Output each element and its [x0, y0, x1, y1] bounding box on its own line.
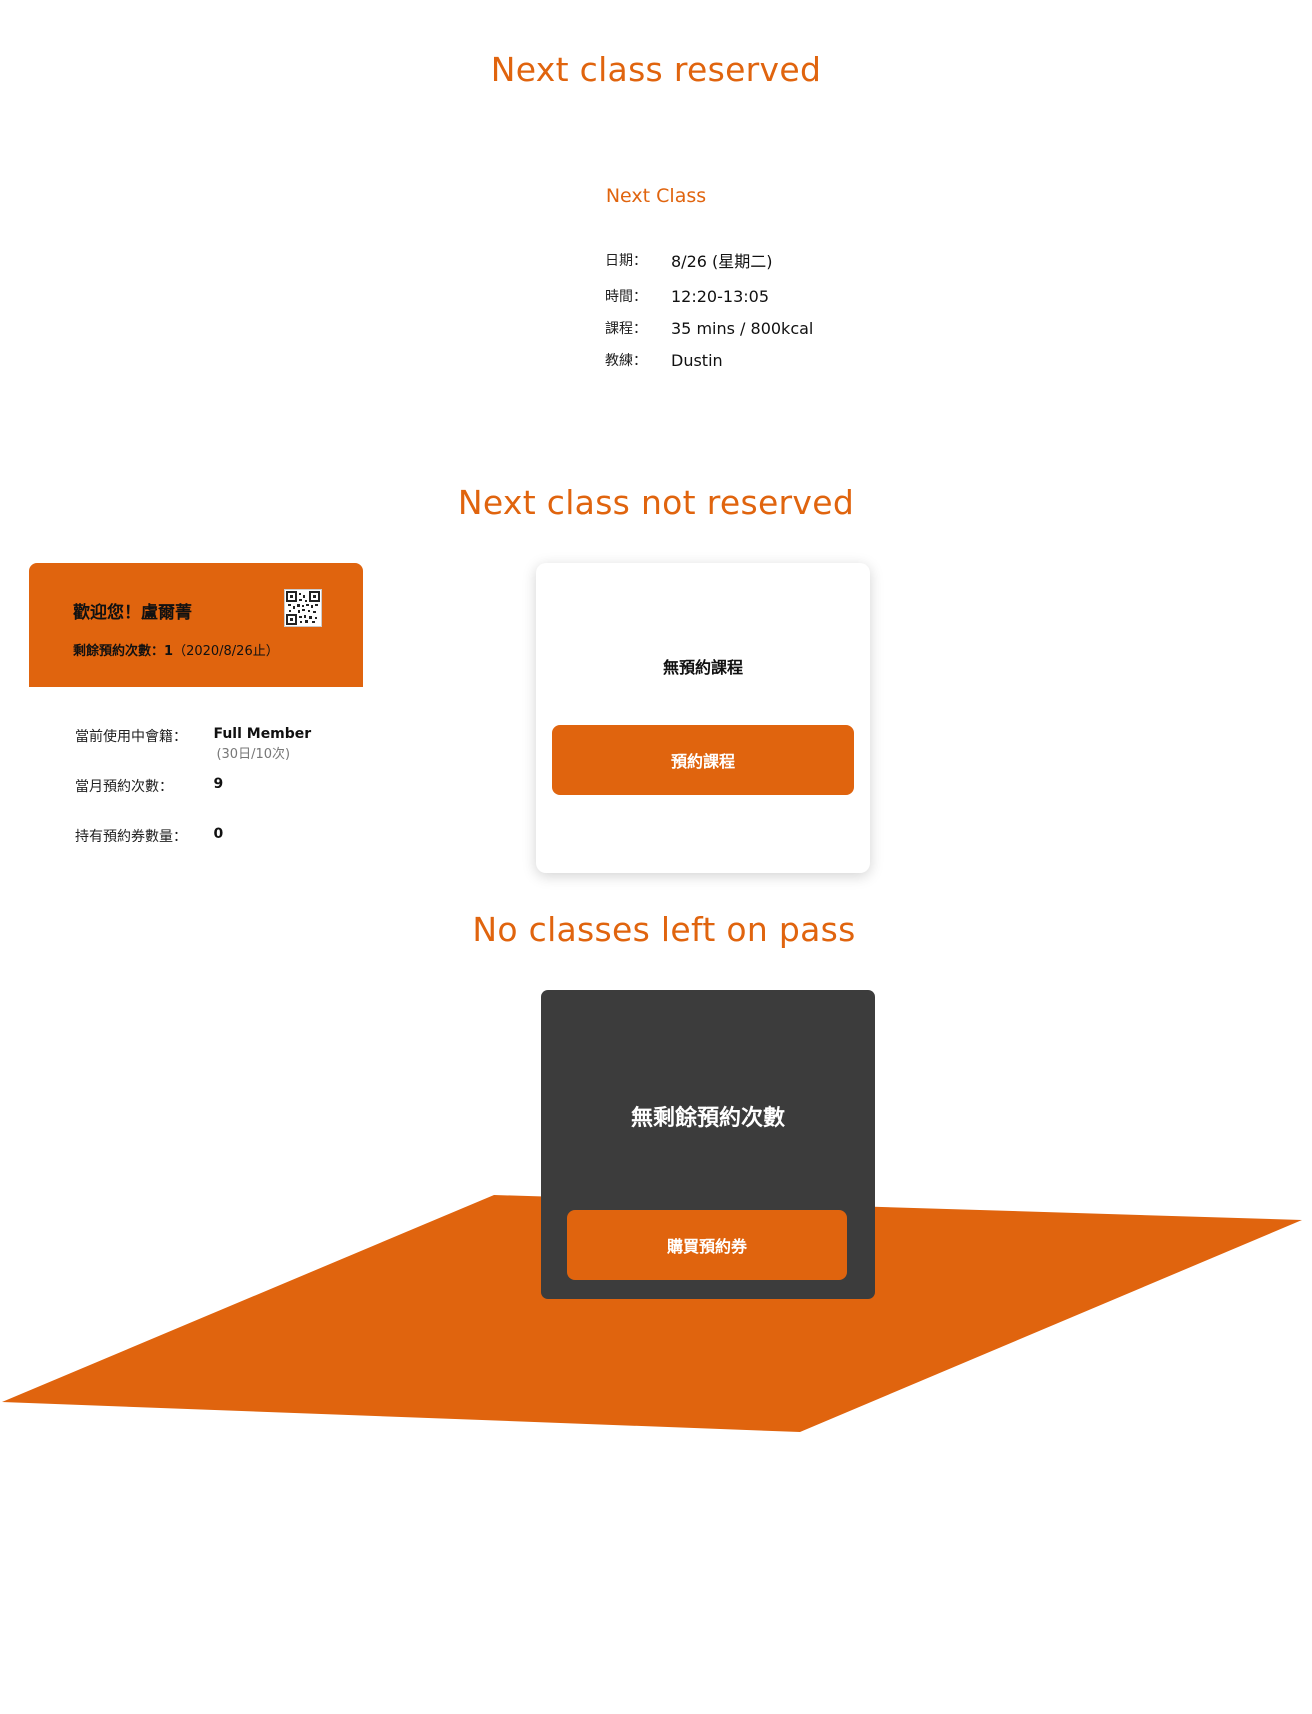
no-remaining-message: 無剩餘預約次數	[630, 1106, 785, 1131]
buy-voucher-button[interactable]: 購買預約券	[567, 1210, 847, 1280]
member-welcome: 歡迎您！盧爾菁	[73, 603, 192, 623]
next-class-label: Next Class	[605, 185, 707, 207]
section-title-no-classes: No classes left on pass	[472, 910, 856, 949]
info-row-monthly-bookings: 當月預約次數： 9	[75, 776, 223, 796]
detail-key: 教練：	[605, 353, 647, 369]
detail-value: 8/26 (星期二)	[671, 252, 773, 271]
remaining-until: （2020/8/26止）	[173, 644, 279, 659]
detail-key: 時間：	[605, 289, 647, 305]
book-class-button[interactable]: 預約課程	[552, 725, 854, 795]
remaining-label: 剩餘預約次數：	[73, 644, 165, 659]
info-key: 當月預約次數：	[75, 779, 173, 795]
info-row-vouchers: 持有預約券數量： 0	[75, 826, 223, 846]
detail-key: 課程：	[605, 321, 647, 337]
info-row-membership: 當前使用中會籍： Full Member (30日/10次)	[75, 726, 311, 762]
no-remaining-card: 無剩餘預約次數 購買預約券	[541, 990, 875, 1299]
membership-name: Full Member	[213, 726, 312, 742]
member-remaining: 剩餘預約次數：1（2020/8/26止）	[73, 640, 279, 659]
detail-row-time: 時間： 12:20-13:05	[605, 284, 769, 308]
detail-value: Dustin	[671, 350, 723, 370]
info-value: 0	[213, 826, 224, 842]
remaining-value: 1	[164, 644, 174, 659]
membership-detail: (30日/10次)	[216, 747, 291, 762]
info-value: 9	[213, 776, 224, 792]
info-key: 當前使用中會籍：	[75, 729, 187, 745]
section-title-not-reserved: Next class not reserved	[457, 483, 855, 522]
detail-key: 日期：	[605, 253, 647, 269]
detail-value: 12:20-13:05	[671, 286, 769, 306]
detail-row-date: 日期： 8/26 (星期二)	[605, 248, 773, 272]
info-key: 持有預約券數量：	[75, 829, 187, 845]
member-card: 歡迎您！盧爾菁 剩餘預約次數：1（2020/8/26止）	[29, 563, 363, 687]
detail-value: 35 mins / 800kcal	[671, 318, 814, 338]
qr-code-icon[interactable]	[284, 589, 322, 627]
detail-row-coach: 教練： Dustin	[605, 348, 723, 372]
no-reservation-card: 無預約課程 預約課程	[536, 563, 870, 873]
info-value: Full Member (30日/10次)	[213, 726, 311, 762]
detail-row-course: 課程： 35 mins / 800kcal	[605, 316, 813, 340]
section-title-reserved: Next class reserved	[490, 50, 822, 89]
no-reservation-message: 無預約課程	[662, 658, 743, 677]
